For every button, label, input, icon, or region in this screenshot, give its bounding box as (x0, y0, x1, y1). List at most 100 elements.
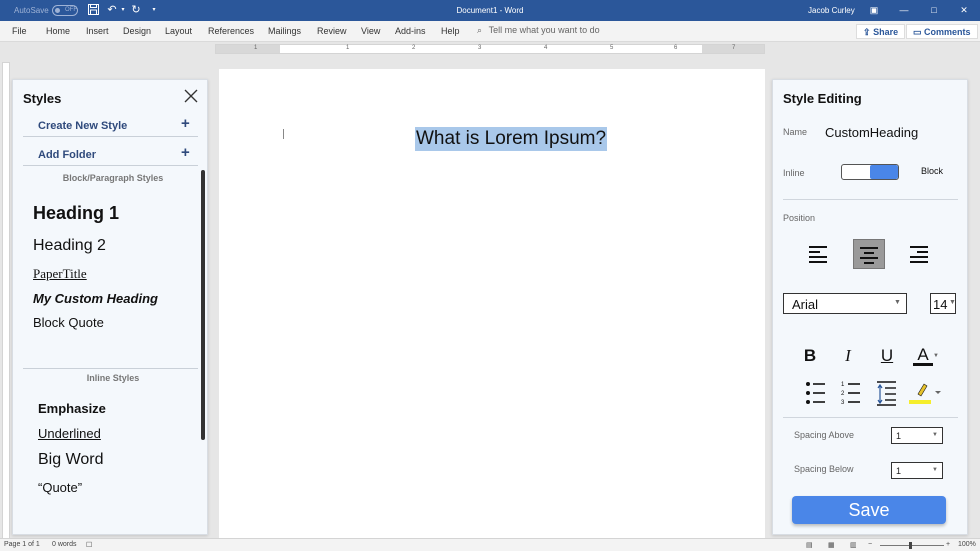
plus-icon: + (181, 115, 190, 132)
tab-layout[interactable]: Layout (165, 26, 192, 36)
web-layout-icon[interactable]: ▥ (850, 541, 857, 549)
italic-button[interactable]: I (838, 346, 858, 366)
style-editing-panel: Style Editing Name CustomHeading Inline … (772, 79, 968, 535)
style-underlined[interactable]: Underlined (38, 426, 101, 441)
maximize-icon[interactable]: □ (926, 3, 942, 17)
ruler-number: 6 (674, 45, 678, 51)
style-paper-title[interactable]: PaperTitle (33, 266, 87, 282)
share-button[interactable]: ⇪ Share (856, 24, 906, 39)
zoom-level[interactable]: 100% (958, 541, 976, 548)
inline-styles-heading: Inline Styles (86, 373, 140, 383)
numbered-list-icon[interactable]: 1 2 3 (841, 380, 865, 406)
zoom-slider-thumb[interactable] (909, 542, 912, 549)
name-label: Name (783, 127, 808, 137)
tab-view[interactable]: View (361, 26, 380, 36)
tab-add-ins[interactable]: Add-ins (395, 26, 426, 36)
spacing-below-value: 1 (896, 466, 902, 476)
spacing-above-value: 1 (896, 431, 902, 441)
share-icon: ⇪ (863, 27, 871, 37)
style-heading-1[interactable]: Heading 1 (33, 203, 119, 224)
horizontal-ruler[interactable]: 1 1 2 3 4 5 6 7 (215, 44, 765, 54)
comments-button[interactable]: ▭ Comments (906, 24, 978, 39)
chevron-down-icon: ▼ (894, 299, 901, 306)
style-my-custom-heading[interactable]: My Custom Heading (33, 291, 158, 306)
share-label: Share (873, 27, 899, 37)
search-icon: ⌕ (477, 25, 483, 35)
close-window-icon[interactable]: ✕ (956, 3, 972, 17)
style-heading-2[interactable]: Heading 2 (33, 237, 106, 255)
ruler-margin-left (216, 45, 280, 53)
tab-insert[interactable]: Insert (86, 26, 109, 36)
tab-help[interactable]: Help (441, 26, 460, 36)
ruler-number: 4 (544, 45, 548, 51)
close-icon[interactable] (183, 88, 199, 104)
plus-icon: + (181, 144, 190, 161)
spacing-above-select[interactable]: 1 ▼ (891, 427, 943, 444)
document-page[interactable]: What is Lorem Ipsum? (219, 69, 765, 541)
inline-label: Inline (783, 168, 805, 178)
bulleted-list-icon[interactable] (805, 380, 829, 406)
ribbon-display-icon[interactable]: ▣ (866, 3, 882, 17)
styles-scrollbar[interactable] (201, 170, 205, 440)
block-styles-heading: Block/Paragraph Styles (62, 173, 164, 183)
ribbon-tabs: File Home Insert Design Layout Reference… (0, 21, 980, 42)
comments-label: Comments (924, 27, 971, 37)
underline-button[interactable]: U (877, 346, 897, 366)
tab-mailings[interactable]: Mailings (268, 26, 301, 36)
divider (783, 417, 958, 418)
toggle-knob (870, 165, 898, 179)
style-name-field[interactable]: CustomHeading (825, 125, 918, 140)
ruler-number: 1 (346, 45, 350, 51)
align-right-button[interactable] (903, 239, 935, 269)
style-big-word[interactable]: Big Word (38, 451, 104, 469)
svg-text:2: 2 (841, 391, 845, 397)
tab-design[interactable]: Design (123, 26, 151, 36)
section-divider (23, 368, 198, 369)
chevron-down-icon: ▼ (932, 432, 938, 438)
proofing-icon[interactable]: ☐ (86, 541, 92, 549)
text-cursor (283, 129, 284, 139)
zoom-in-icon[interactable]: + (946, 541, 950, 548)
divider (783, 199, 958, 200)
add-folder-button[interactable]: Add Folder + (23, 140, 198, 166)
save-button[interactable]: Save (792, 496, 946, 524)
highlight-color-icon[interactable] (909, 380, 943, 406)
tab-review[interactable]: Review (317, 26, 347, 36)
align-left-button[interactable] (802, 239, 834, 269)
font-family-value: Arial (792, 297, 819, 312)
spacing-below-label: Spacing Below (794, 464, 854, 474)
style-quote[interactable]: “Quote” (38, 480, 82, 495)
word-count[interactable]: 0 words (52, 541, 77, 548)
user-name[interactable]: Jacob Curley (808, 6, 855, 15)
title-bar: AutoSave Off ↶ ▾ ↻ ▾ Document1 - Word Ja… (0, 0, 980, 21)
style-emphasize[interactable]: Emphasize (38, 401, 106, 416)
print-layout-icon[interactable]: ▦ (828, 541, 835, 549)
style-block-quote[interactable]: Block Quote (33, 315, 104, 330)
zoom-slider[interactable] (880, 545, 944, 546)
add-folder-label: Add Folder (38, 149, 97, 161)
inline-block-toggle[interactable] (841, 164, 899, 180)
minimize-icon[interactable]: — (896, 3, 912, 17)
tab-home[interactable]: Home (46, 26, 70, 36)
zoom-out-icon[interactable]: − (868, 541, 872, 548)
vertical-ruler[interactable] (2, 62, 10, 542)
align-center-button[interactable] (853, 239, 885, 269)
font-color-button[interactable]: A (913, 346, 933, 366)
font-size-select[interactable]: 14 ▼ (930, 293, 956, 314)
font-family-select[interactable]: Arial ▼ (783, 293, 907, 314)
line-spacing-icon[interactable] (876, 380, 900, 406)
font-color-dropdown-icon[interactable]: ▼ (933, 353, 939, 359)
position-label: Position (783, 213, 816, 223)
tab-references[interactable]: References (208, 26, 254, 36)
focus-mode-icon[interactable]: ▤ (806, 541, 813, 549)
create-new-style-button[interactable]: Create New Style + (23, 111, 198, 137)
tab-file[interactable]: File (12, 26, 27, 36)
ruler-number: 3 (478, 45, 482, 51)
page-count[interactable]: Page 1 of 1 (4, 541, 40, 548)
tell-me-search[interactable]: ⌕ Tell me what you want to do (477, 25, 600, 36)
spacing-above-label: Spacing Above (794, 430, 855, 440)
chevron-down-icon: ▼ (932, 467, 938, 473)
bold-button[interactable]: B (800, 346, 820, 366)
document-heading[interactable]: What is Lorem Ipsum? (415, 127, 608, 151)
spacing-below-select[interactable]: 1 ▼ (891, 462, 943, 479)
